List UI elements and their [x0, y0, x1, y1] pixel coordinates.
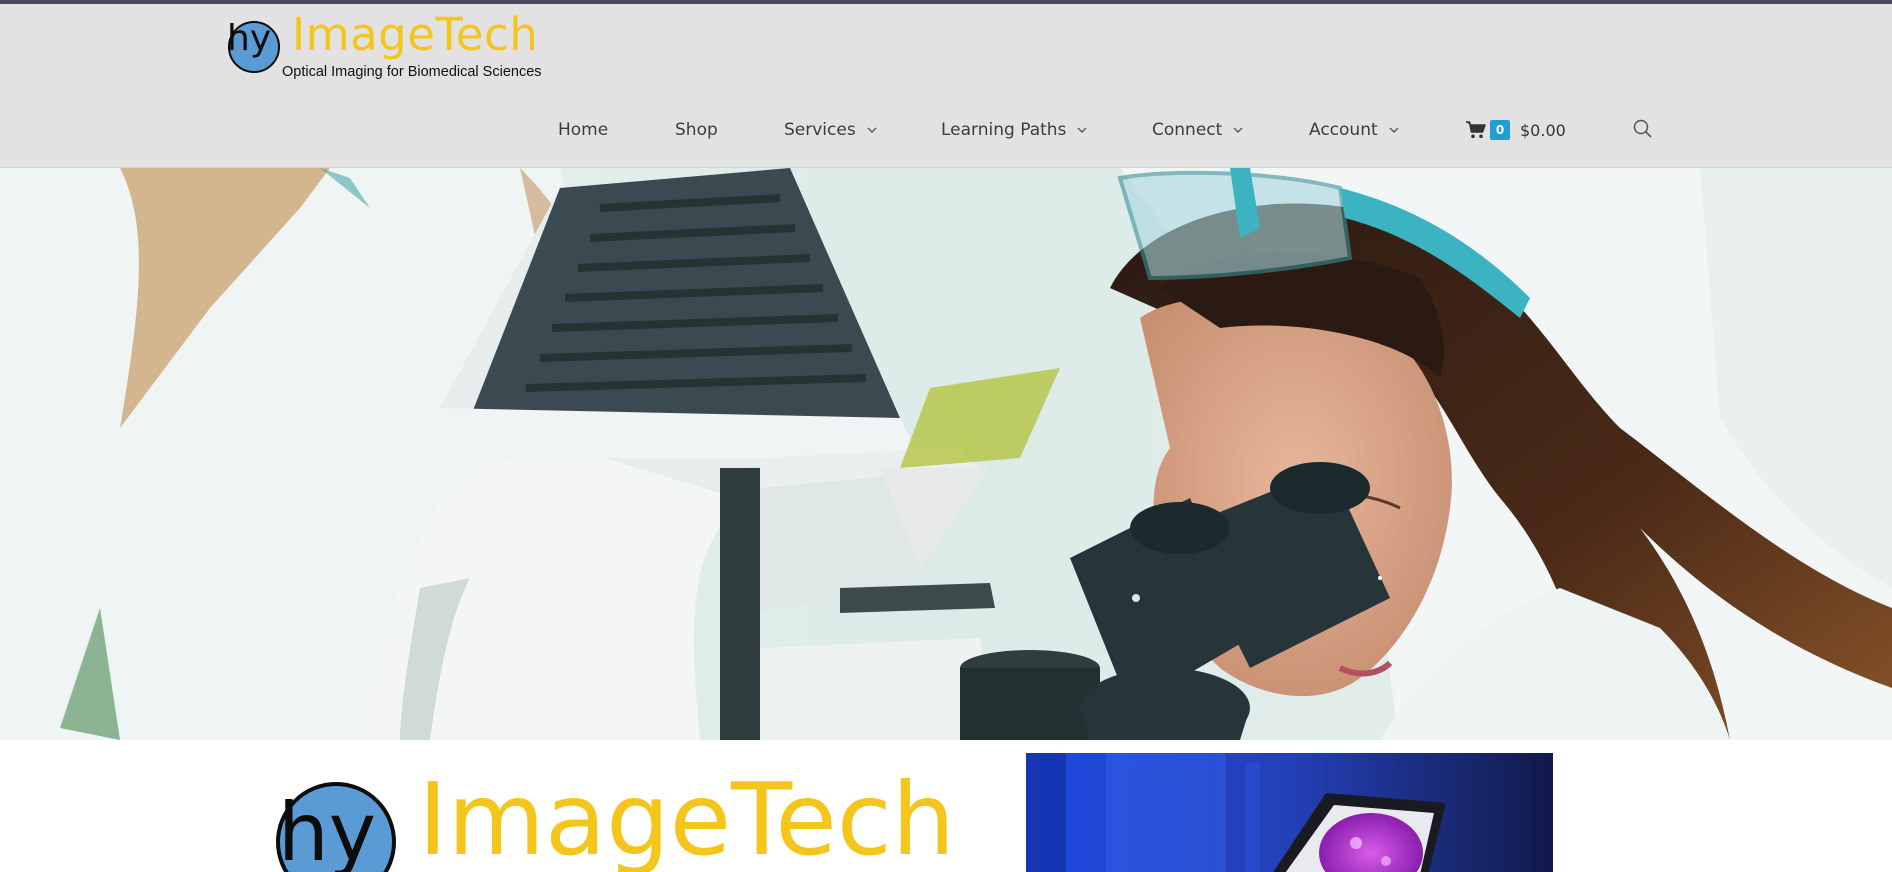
main-navigation: Home Shop Services Learning Paths Connec… [0, 114, 1892, 146]
svg-text:hy: hy [227, 18, 271, 59]
content-logo-wordmark: ImageTech [418, 761, 956, 872]
nav-services-label: Services [784, 120, 856, 140]
nav-learning-paths[interactable]: Learning Paths [941, 114, 1088, 146]
chevron-down-icon [1077, 127, 1087, 133]
nav-shop[interactable]: Shop [675, 114, 718, 146]
svg-text:hy: hy [278, 786, 376, 872]
nav-connect[interactable]: Connect [1152, 114, 1244, 146]
chevron-down-icon [1389, 127, 1399, 133]
chevron-down-icon [1233, 127, 1243, 133]
nav-learning-paths-label: Learning Paths [941, 120, 1067, 140]
site-header: hy ImageTech Optical Imaging for Biomedi… [0, 4, 1892, 168]
lab-monitor-image [1026, 753, 1553, 872]
logo-mark-icon: hy [227, 18, 280, 73]
cart-button[interactable]: 0 $0.00 [1466, 114, 1566, 146]
nav-home-label: Home [558, 120, 609, 140]
hero-image [0, 168, 1892, 740]
nav-account-label: Account [1309, 120, 1378, 140]
cart-total: $0.00 [1520, 120, 1566, 140]
hero-banner [0, 168, 1892, 740]
nav-shop-label: Shop [675, 120, 718, 140]
logo-mark-icon: hy [276, 782, 396, 872]
nav-home[interactable]: Home [558, 114, 608, 146]
cart-icon [1466, 121, 1486, 139]
search-icon[interactable] [1632, 118, 1654, 140]
nav-connect-label: Connect [1152, 120, 1223, 140]
site-logo[interactable]: hy ImageTech Optical Imaging for Biomedi… [226, 8, 542, 84]
logo-wordmark: ImageTech [292, 8, 539, 61]
content-section: hy ImageTech [0, 740, 1892, 872]
logo-tagline: Optical Imaging for Biomedical Sciences [282, 64, 542, 80]
chevron-down-icon [867, 127, 877, 133]
cart-count-badge: 0 [1490, 120, 1510, 140]
nav-account[interactable]: Account [1309, 114, 1400, 146]
nav-services[interactable]: Services [784, 114, 878, 146]
content-logo: hy ImageTech [276, 762, 956, 872]
